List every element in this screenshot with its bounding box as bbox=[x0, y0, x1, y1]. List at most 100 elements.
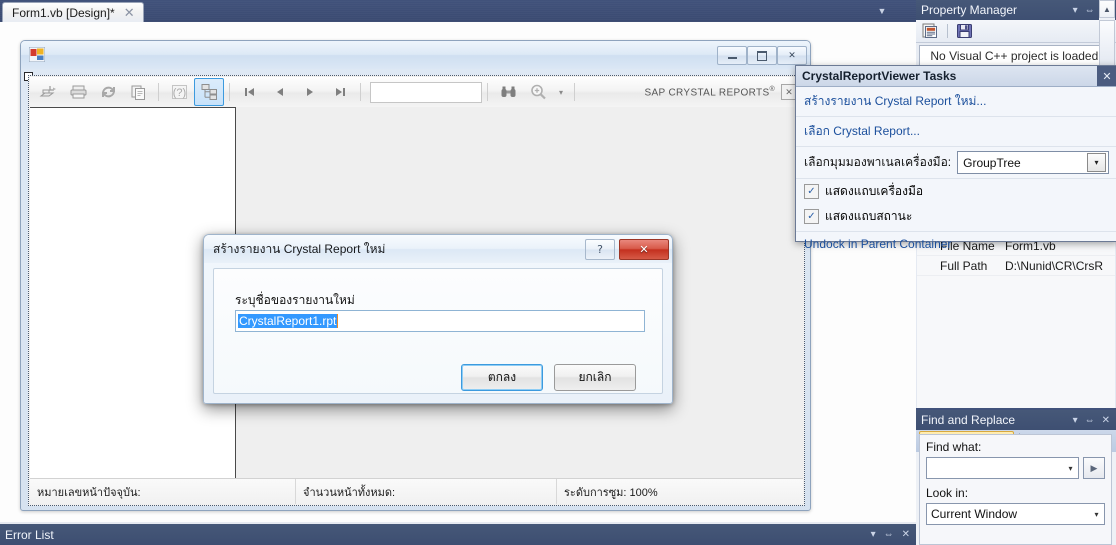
task-panel-view-row: เลือกมุมมองพาเนลเครื่องมือ: GroupTree ▾ bbox=[796, 147, 1116, 179]
pin-icon[interactable]: ⇔ bbox=[1085, 5, 1095, 16]
tab-form1-vb-design[interactable]: Form1.vb [Design]* ✕ bbox=[2, 2, 144, 23]
property-manager-header[interactable]: Property Manager ▾ ⇔ ✕ bbox=[916, 0, 1116, 20]
task-choose-report[interactable]: เลือก Crystal Report... bbox=[796, 117, 1116, 147]
report-name-input[interactable]: CrystalReport1.rpt bbox=[235, 310, 645, 332]
undock-link: Undock in Parent Container bbox=[804, 237, 952, 251]
look-in-select[interactable]: Current Window ▾ bbox=[926, 503, 1105, 525]
chevron-down-icon[interactable]: ▾ bbox=[1087, 153, 1106, 172]
table-row[interactable]: Full Path D:\Nunid\CR\CrsR bbox=[917, 256, 1115, 276]
property-manager-message: No Visual C++ project is loaded. bbox=[919, 45, 1113, 66]
find-and-replace-header[interactable]: Find and Replace ▾ ⇔ ✕ bbox=[916, 410, 1116, 430]
document-tab-strip: Form1.vb [Design]* ✕ ▼ bbox=[0, 0, 916, 23]
panel-view-value: GroupTree bbox=[963, 155, 1021, 170]
task-new-report[interactable]: สร้างรายงาน Crystal Report ใหม่... bbox=[796, 87, 1116, 117]
print-icon[interactable] bbox=[63, 78, 93, 106]
chevron-down-icon[interactable]: ▾ bbox=[871, 529, 876, 540]
scroll-up-icon[interactable]: ▲ bbox=[1099, 0, 1115, 18]
property-manager-title: Property Manager bbox=[921, 3, 1018, 17]
ok-button[interactable]: ตกลง bbox=[461, 364, 543, 391]
last-page-button[interactable] bbox=[325, 78, 355, 106]
checkbox-checked-icon[interactable]: ✓ bbox=[804, 209, 819, 224]
zoom-icon[interactable] bbox=[523, 78, 553, 106]
panel-view-label: เลือกมุมมองพาเนลเครื่องมือ: bbox=[804, 155, 952, 169]
export-icon[interactable] bbox=[33, 78, 63, 106]
group-tree-icon[interactable] bbox=[194, 78, 224, 106]
close-icon: ✕ bbox=[788, 50, 796, 61]
form-minimize-button[interactable] bbox=[717, 46, 747, 65]
close-icon[interactable]: ✕ bbox=[1102, 415, 1110, 426]
viewer-status-bar: หมายเลขหน้าปัจจุบัน: จำนวนหน้าทั้งหมด: ร… bbox=[30, 478, 803, 504]
status-current-page: หมายเลขหน้าปัจจุบัน: bbox=[37, 486, 141, 499]
panel-view-select[interactable]: GroupTree ▾ bbox=[957, 151, 1109, 174]
checkbox-checked-icon[interactable]: ✓ bbox=[804, 184, 819, 199]
help-icon[interactable]: (?) bbox=[164, 78, 194, 106]
minimize-icon bbox=[727, 57, 737, 59]
form-designer-surface[interactable]: ✕ (?) ▾ SAP CRYSTAL REPORTS® ✕ หมายเลขหน… bbox=[0, 22, 916, 522]
find-what-row: ▾ ▶ bbox=[926, 457, 1105, 479]
pin-icon[interactable]: ⇔ bbox=[1085, 415, 1095, 426]
dialog-close-button[interactable]: ✕ bbox=[619, 239, 669, 260]
next-page-button[interactable] bbox=[295, 78, 325, 106]
toolbar-separator bbox=[360, 83, 361, 101]
binoculars-icon[interactable] bbox=[493, 78, 523, 106]
previous-page-button[interactable] bbox=[265, 78, 295, 106]
find-and-replace-title: Find and Replace bbox=[921, 413, 1016, 427]
dialog-title: สร้างรายงาน Crystal Report ใหม่ bbox=[213, 241, 386, 256]
report-name-value: CrystalReport1.rpt bbox=[238, 314, 338, 328]
chevron-down-icon[interactable]: ▾ bbox=[1089, 510, 1104, 519]
viewer-toolbar: (?) ▾ SAP CRYSTAL REPORTS® ✕ bbox=[30, 77, 803, 108]
crystal-report-viewer-tasks-panel: CrystalReportViewer Tasks ✕ สร้างรายงาน … bbox=[795, 65, 1116, 251]
first-page-button[interactable] bbox=[235, 78, 265, 106]
look-in-value: Current Window bbox=[931, 507, 1018, 521]
find-and-replace-panel: Find and Replace ▾ ⇔ ✕ Quick Find ▾ bbox=[916, 410, 1116, 545]
find-next-button[interactable]: ▶ bbox=[1083, 457, 1105, 479]
property-value[interactable]: D:\Nunid\CR\CrsR bbox=[1005, 259, 1115, 273]
toolbar-separator bbox=[158, 83, 159, 101]
dialog-body: ระบุชื่อของรายงานใหม่ CrystalReport1.rpt… bbox=[213, 268, 663, 394]
new-crystal-report-dialog: สร้างรายงาน Crystal Report ใหม่ ? ✕ ระบุ… bbox=[203, 234, 673, 404]
text-caret bbox=[337, 314, 339, 328]
form-close-button[interactable]: ✕ bbox=[777, 46, 807, 65]
form-icon bbox=[29, 47, 45, 62]
form-maximize-button[interactable] bbox=[747, 46, 777, 65]
toolbar-separator bbox=[947, 24, 948, 38]
page-number-input[interactable] bbox=[370, 81, 482, 103]
pin-icon[interactable]: ⇔ bbox=[884, 529, 894, 540]
show-toolbar-label: แสดงแถบเครื่องมือ bbox=[825, 184, 924, 198]
form-title-bar: ✕ bbox=[21, 41, 810, 69]
help-button[interactable]: ? bbox=[585, 239, 615, 260]
maximize-icon bbox=[757, 50, 767, 61]
save-icon[interactable] bbox=[956, 23, 973, 39]
copy-icon[interactable] bbox=[123, 78, 153, 106]
property-key: Full Path bbox=[940, 258, 988, 273]
toolbar-separator bbox=[229, 83, 230, 101]
show-statusbar-label: แสดงแถบสถานะ bbox=[825, 209, 913, 223]
chevron-down-icon[interactable]: ▾ bbox=[1073, 415, 1078, 426]
close-icon[interactable]: ✕ bbox=[902, 529, 910, 540]
task-show-toolbar[interactable]: ✓ แสดงแถบเครื่องมือ bbox=[796, 179, 1116, 204]
cancel-button[interactable]: ยกเลิก bbox=[554, 364, 636, 391]
status-zoom-level: ระดับการซูม: 100% bbox=[564, 486, 658, 499]
chevron-down-icon[interactable]: ▾ bbox=[1073, 5, 1078, 16]
zoom-dropdown-arrow[interactable]: ▾ bbox=[553, 78, 569, 106]
error-list-title: Error List bbox=[5, 527, 54, 542]
chevron-down-icon[interactable]: ▾ bbox=[1063, 464, 1078, 473]
scrollbar-thumb[interactable] bbox=[1099, 20, 1115, 68]
task-new-report-link: สร้างรายงาน Crystal Report ใหม่... bbox=[804, 94, 987, 108]
toolbar-separator bbox=[487, 83, 488, 101]
task-undock[interactable]: Undock in Parent Container bbox=[796, 232, 1116, 256]
close-icon[interactable]: ✕ bbox=[124, 7, 135, 20]
find-what-input[interactable]: ▾ bbox=[926, 457, 1079, 479]
find-and-replace-body: Find what: ▾ ▶ Look in: Current Window ▾ bbox=[919, 434, 1112, 545]
look-in-label: Look in: bbox=[926, 486, 969, 500]
tab-label: Form1.vb [Design]* bbox=[12, 6, 115, 20]
property-pages-icon[interactable] bbox=[922, 23, 939, 39]
chevron-down-icon[interactable]: ▼ bbox=[874, 5, 890, 17]
task-show-statusbar[interactable]: ✓ แสดงแถบสถานะ bbox=[796, 204, 1116, 232]
close-icon[interactable]: ✕ bbox=[1097, 66, 1116, 86]
toolbar-separator bbox=[574, 83, 575, 101]
error-list-panel-header[interactable]: Error List ▾ ⇔ ✕ bbox=[0, 524, 916, 545]
refresh-icon[interactable] bbox=[93, 78, 123, 106]
chevron-down-icon: ▾ bbox=[558, 87, 563, 97]
visual-studio-shell: Form1.vb [Design]* ✕ ▼ ✕ (?) ▾ SAP CRYST… bbox=[0, 0, 1116, 545]
